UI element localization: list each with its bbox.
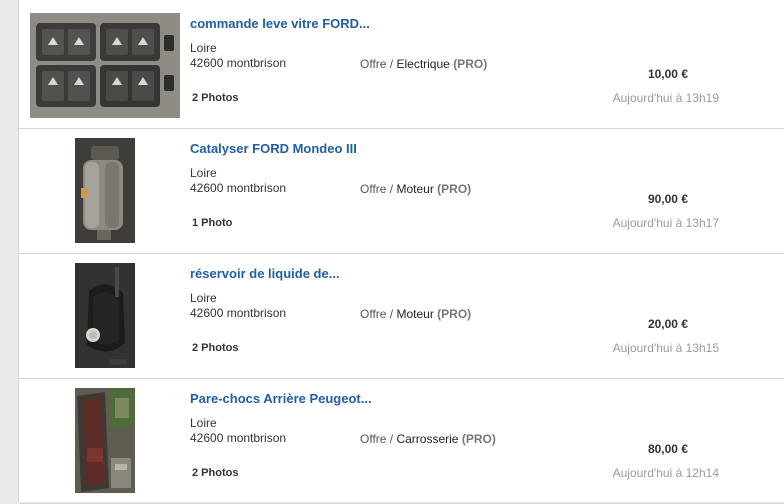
listing-item[interactable]: Catalyser FORD Mondeo III Loire 42600 mo… — [19, 128, 784, 254]
listing-item[interactable]: réservoir de liquide de... Loire 42600 m… — [19, 253, 784, 379]
listing-region: Loire — [190, 416, 217, 430]
listing-city: 42600 montbrison — [190, 306, 287, 320]
pro-badge: (PRO) — [437, 307, 472, 321]
listing-category: Offre / Moteur (PRO) — [360, 307, 471, 321]
listing-region: Loire — [190, 166, 217, 180]
pro-badge: (PRO) — [461, 432, 496, 446]
listing-title[interactable]: Pare-chocs Arrière Peugeot... — [190, 391, 372, 406]
pro-badge: (PRO) — [453, 57, 488, 71]
listing-price: 80,00 € — [647, 442, 688, 456]
listing-price: 90,00 € — [647, 192, 688, 206]
category-name: Moteur — [396, 307, 434, 321]
listing-item[interactable]: commande leve vitre FORD... Loire 42600 … — [19, 3, 784, 129]
listing-photo[interactable] — [75, 263, 135, 368]
category-name: Carrosserie — [396, 432, 459, 446]
listing-photo[interactable] — [75, 138, 135, 243]
photo-count: 1 Photo — [192, 217, 233, 229]
listing-city: 42600 montbrison — [190, 431, 287, 445]
listing-price: 20,00 € — [647, 317, 688, 331]
listing-list: commande leve vitre FORD... Loire 42600 … — [18, 0, 784, 504]
listing-region: Loire — [190, 41, 217, 55]
category-name: Electrique — [396, 57, 450, 71]
offer-label: Offre / — [360, 182, 397, 196]
listing-title[interactable]: commande leve vitre FORD... — [190, 16, 370, 31]
listing-region: Loire — [190, 291, 217, 305]
listing-item[interactable]: Pare-chocs Arrière Peugeot... Loire 4260… — [19, 378, 784, 504]
listing-category: Offre / Moteur (PRO) — [360, 182, 471, 196]
listing-date: Aujourd'hui à 12h14 — [612, 466, 719, 480]
photo-count: 2 Photos — [192, 467, 239, 479]
listing-city: 42600 montbrison — [190, 56, 287, 70]
listing-title[interactable]: Catalyser FORD Mondeo III — [190, 141, 357, 156]
category-name: Moteur — [396, 182, 434, 196]
offer-label: Offre / — [360, 307, 397, 321]
offer-label: Offre / — [360, 432, 397, 446]
listing-photo[interactable] — [75, 388, 135, 493]
listing-title[interactable]: réservoir de liquide de... — [190, 266, 340, 281]
listing-date: Aujourd'hui à 13h15 — [612, 341, 719, 355]
photo-count: 2 Photos — [192, 92, 239, 104]
listing-price: 10,00 € — [647, 67, 688, 81]
listing-category: Offre / Electrique (PRO) — [360, 57, 487, 71]
pro-badge: (PRO) — [437, 182, 472, 196]
offer-label: Offre / — [360, 57, 397, 71]
listing-category: Offre / Carrosserie (PRO) — [360, 432, 496, 446]
listing-date: Aujourd'hui à 13h19 — [612, 91, 719, 105]
photo-count: 2 Photos — [192, 342, 239, 354]
listing-date: Aujourd'hui à 13h17 — [612, 216, 719, 230]
listing-photo[interactable] — [30, 13, 180, 118]
listing-city: 42600 montbrison — [190, 181, 287, 195]
